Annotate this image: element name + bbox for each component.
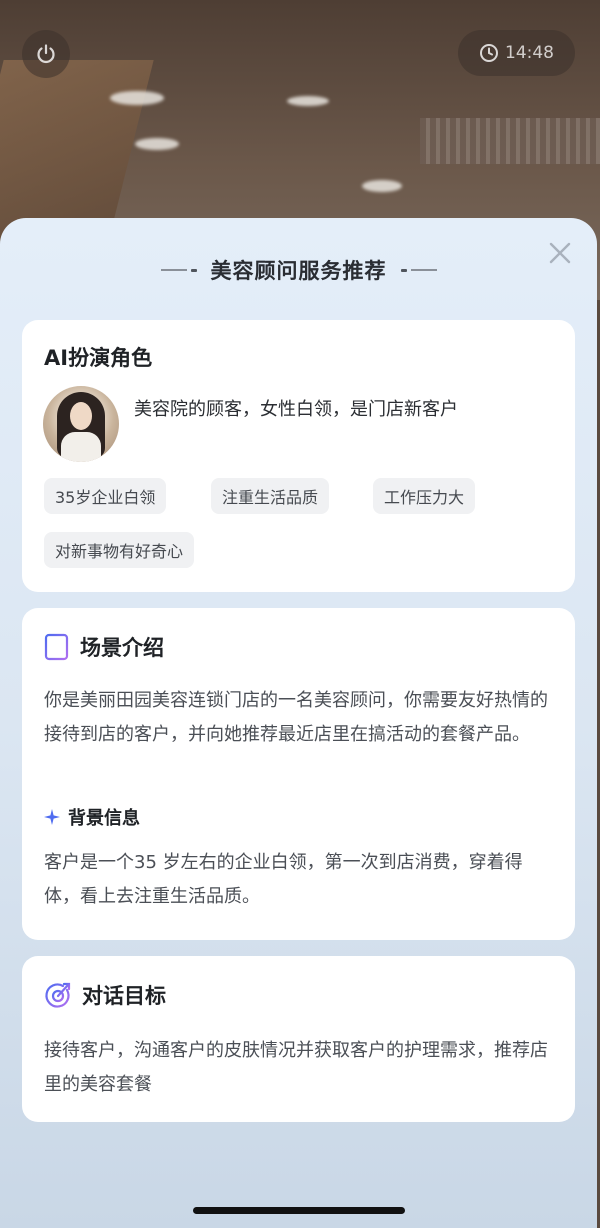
power-button[interactable] xyxy=(22,30,70,78)
background-text: 客户是一个35 岁左右的企业白领，第一次到店消费，穿着得体，看上去注重生活品质。 xyxy=(44,852,523,907)
session-timer: 14:48 xyxy=(458,30,575,76)
target-icon xyxy=(45,982,71,1008)
scene-text: 你是美丽田园美容连锁门店的一名美容顾问，你需要友好热情的接待到店的客户，并向她推… xyxy=(44,690,548,745)
close-icon xyxy=(549,242,571,264)
sparkle-icon xyxy=(44,809,60,825)
ceiling-light xyxy=(362,180,402,192)
title-decoration-left xyxy=(160,268,197,272)
ceiling-light xyxy=(110,91,164,105)
recommendation-sheet: 美容顾问服务推荐 AI扮演角色 美容院的顾客，女性白领，是门店新客户 35岁企业… xyxy=(0,218,597,1228)
timer-text: 14:48 xyxy=(505,43,554,63)
background-header: 背景信息 xyxy=(44,804,140,830)
role-tag: 35岁企业白领 xyxy=(44,478,167,514)
goal-card: 对话目标 接待客户，沟通客户的皮肤情况并获取客户的护理需求，推荐店里的美容套餐 xyxy=(22,956,575,1122)
ceiling-light xyxy=(135,138,179,150)
home-indicator[interactable] xyxy=(193,1207,405,1214)
power-icon xyxy=(37,44,55,64)
document-icon xyxy=(44,633,69,661)
scene-card: 场景介绍 你是美丽田园美容连锁门店的一名美容顾问，你需要友好热情的接待到店的客户… xyxy=(22,608,575,940)
role-description: 美容院的顾客，女性白领，是门店新客户 xyxy=(134,399,458,420)
scene-header: 场景介绍 xyxy=(44,632,164,662)
close-button[interactable] xyxy=(545,238,575,268)
title-decoration-right xyxy=(400,268,437,272)
role-card-title: AI扮演角色 xyxy=(44,346,153,370)
ai-role-card: AI扮演角色 美容院的顾客，女性白领，是门店新客户 35岁企业白领 注重生活品质… xyxy=(22,320,575,592)
role-tag: 注重生活品质 xyxy=(211,478,330,514)
clock-icon xyxy=(480,44,498,62)
sheet-header: 美容顾问服务推荐 xyxy=(0,250,597,290)
avatar xyxy=(43,386,119,462)
background-title: 背景信息 xyxy=(68,808,140,829)
role-tag: 工作压力大 xyxy=(373,478,476,514)
sheet-title: 美容顾问服务推荐 xyxy=(210,259,387,283)
scene-title: 场景介绍 xyxy=(80,636,164,660)
goal-header: 对话目标 xyxy=(44,980,166,1010)
ceiling-vent xyxy=(420,118,600,164)
goal-title: 对话目标 xyxy=(82,984,166,1008)
ceiling-light xyxy=(287,96,329,106)
role-tag: 对新事物有好奇心 xyxy=(44,532,195,568)
goal-text: 接待客户，沟通客户的皮肤情况并获取客户的护理需求，推荐店里的美容套餐 xyxy=(44,1040,548,1095)
